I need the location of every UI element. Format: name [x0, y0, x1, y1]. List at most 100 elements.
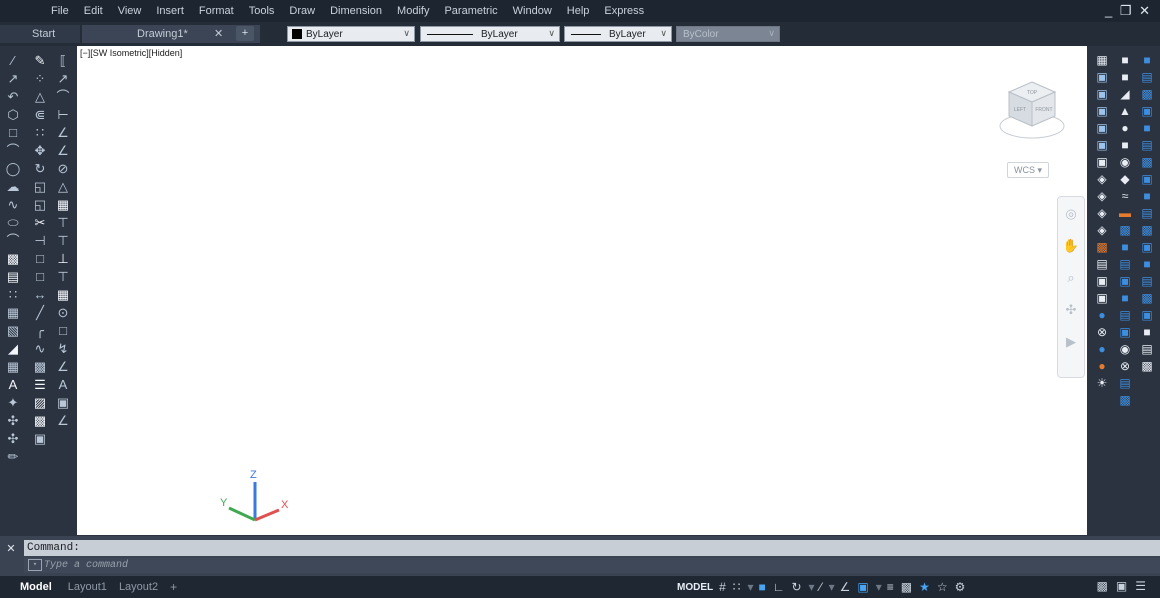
shell-icon[interactable]: ▩ [1118, 392, 1133, 409]
walk-icon[interactable]: ▩ [1140, 358, 1155, 375]
delete-faces-icon[interactable]: ▣ [1118, 324, 1133, 341]
edges-icon[interactable]: ■ [1140, 324, 1155, 341]
menu-window[interactable]: Window [513, 5, 552, 17]
convert-surface-icon[interactable]: ≈ [1118, 188, 1133, 205]
showmotion-icon[interactable]: ▶ [1062, 333, 1080, 351]
add-selected-icon[interactable]: ✦ [5, 394, 21, 412]
viewcube[interactable]: TOP LEFT FRONT [997, 74, 1067, 144]
annotation-scale-icon[interactable]: ★ [919, 580, 930, 594]
tab-drawing1[interactable]: Drawing1* [82, 25, 260, 43]
menu-insert[interactable]: Insert [156, 5, 184, 17]
copy-icon[interactable]: ⁘ [32, 70, 48, 88]
hidden-icon[interactable]: ▤ [1140, 273, 1155, 290]
ortho-icon[interactable]: ∟ [773, 580, 785, 594]
point-icon[interactable]: ∷ [5, 286, 21, 304]
clean-screen-icon[interactable]: ▣ [1116, 579, 1127, 593]
diameter-icon[interactable]: ⊘ [55, 160, 71, 178]
add-layout-button[interactable]: + [170, 580, 177, 594]
color-dropdown[interactable]: ByLayer ∨ [287, 26, 415, 42]
isolate-objects-icon[interactable]: ▩ [1097, 579, 1108, 593]
offset-icon[interactable]: ⋐ [32, 106, 48, 124]
ellipse-icon[interactable]: ⬭ [5, 214, 21, 232]
infer-constraints-icon[interactable]: ■ [758, 580, 765, 594]
rectangle-icon[interactable]: □ [5, 124, 21, 142]
menu-parametric[interactable]: Parametric [444, 5, 497, 17]
lineweight-dropdown[interactable]: ByLayer ∨ [564, 26, 672, 42]
gray-icon[interactable]: ▣ [1140, 307, 1155, 324]
tab-layout2[interactable]: Layout2 [119, 581, 158, 593]
cylinder-icon[interactable]: ▣ [1095, 154, 1110, 171]
convert-solid-icon[interactable]: ◆ [1118, 171, 1133, 188]
dim-text-edit-icon[interactable]: A [55, 376, 71, 394]
move-faces-icon[interactable]: ■ [1118, 290, 1133, 307]
pan-icon[interactable]: ✣ [5, 412, 21, 430]
line-icon[interactable]: ∕ [5, 52, 21, 70]
extrude-icon[interactable]: ▩ [1095, 239, 1110, 256]
region-icon[interactable]: ◢ [5, 340, 21, 358]
environment-icon[interactable]: ▩ [1140, 154, 1155, 171]
dim-edit-icon[interactable]: ∠ [55, 358, 71, 376]
menu-edit[interactable]: Edit [84, 5, 103, 17]
close-tab-icon[interactable]: ✕ [214, 27, 223, 40]
insert-block-icon[interactable]: ▩ [5, 250, 21, 268]
hatch-icon[interactable]: ▦ [5, 304, 21, 322]
break-at-point-icon[interactable]: □ [32, 268, 48, 286]
join-icon[interactable]: ↔ [32, 286, 48, 304]
chevron-down-icon[interactable]: ▾ [829, 580, 835, 594]
close-icon[interactable]: ✕ [4, 542, 18, 555]
prompt-icon[interactable]: ▾ [28, 559, 42, 571]
blend-icon[interactable]: ∿ [32, 340, 48, 358]
lights-icon[interactable]: ▩ [1140, 86, 1155, 103]
new-tab-button[interactable]: + [236, 26, 254, 41]
linear-dim-icon[interactable]: ⟦ [55, 52, 71, 70]
sphere-icon[interactable]: ▣ [1095, 137, 1110, 154]
annotation-visibility-icon[interactable]: ☆ [937, 580, 948, 594]
zoom-extents-icon[interactable]: ⌕ [1062, 269, 1080, 287]
thicken-icon[interactable]: ◉ [1118, 154, 1133, 171]
viewcube-top-face[interactable]: TOP [1027, 90, 1038, 96]
construction-line-icon[interactable]: ↗ [5, 70, 21, 88]
chamfer-icon[interactable]: ╱ [32, 304, 48, 322]
object-snap-icon[interactable]: ▣ [857, 580, 868, 594]
imprint-icon[interactable]: ▩ [1118, 222, 1133, 239]
viewcube-left-face[interactable]: LEFT [1014, 107, 1026, 113]
stretch-icon[interactable]: ◱ [32, 196, 48, 214]
subtract-icon[interactable]: ● [1095, 341, 1110, 358]
ordinate-icon[interactable]: ⊢ [55, 106, 71, 124]
helix-icon[interactable]: ◈ [1095, 205, 1110, 222]
interfere-icon[interactable]: ☀ [1095, 375, 1110, 392]
menu-format[interactable]: Format [199, 5, 234, 17]
menu-view[interactable]: View [118, 5, 142, 17]
menu-draw[interactable]: Draw [289, 5, 315, 17]
explode-icon[interactable]: ▩ [32, 358, 48, 376]
dim-update-icon[interactable]: ▣ [55, 394, 71, 412]
viewcube-front-face[interactable]: FRONT [1035, 107, 1052, 113]
quick-dim-icon[interactable]: ▦ [55, 196, 71, 214]
revcloud-icon[interactable]: ☁ [5, 178, 21, 196]
snap-icon[interactable]: ∷ [733, 580, 741, 594]
3d-array-icon[interactable]: ■ [1118, 137, 1133, 154]
menu-help[interactable]: Help [567, 5, 590, 17]
intersect-icon[interactable]: ● [1095, 358, 1110, 375]
radius-icon[interactable]: ∠ [55, 124, 71, 142]
chevron-down-icon[interactable]: ▾ [809, 580, 815, 594]
arc-icon[interactable]: ⌒ [5, 142, 21, 160]
ellipse-arc-icon[interactable]: ⌒ [5, 232, 21, 250]
linetype-dropdown[interactable]: ByLayer ∨ [420, 26, 560, 42]
rotate-icon[interactable]: ↻ [32, 160, 48, 178]
baseline-icon[interactable]: ⊤ [55, 214, 71, 232]
conceptual-icon[interactable]: ▤ [1140, 205, 1155, 222]
grid-icon[interactable]: # [719, 580, 726, 594]
zoom-icon[interactable]: ▣ [32, 430, 48, 448]
mirror-icon[interactable]: △ [32, 88, 48, 106]
taper-faces-icon[interactable]: ⊗ [1118, 358, 1133, 375]
layer-icon[interactable]: ▩ [32, 412, 48, 430]
sun-properties-icon[interactable]: ■ [1140, 120, 1155, 137]
polyline-icon[interactable]: ↶ [5, 88, 21, 106]
realistic-icon[interactable]: ■ [1140, 188, 1155, 205]
make-block-icon[interactable]: ▤ [5, 268, 21, 286]
dim-style-icon[interactable]: ∠ [55, 412, 71, 430]
torus-icon[interactable]: ◈ [1095, 171, 1110, 188]
flatten-icon[interactable]: ▤ [1140, 341, 1155, 358]
render-icon[interactable]: ■ [1140, 52, 1155, 69]
